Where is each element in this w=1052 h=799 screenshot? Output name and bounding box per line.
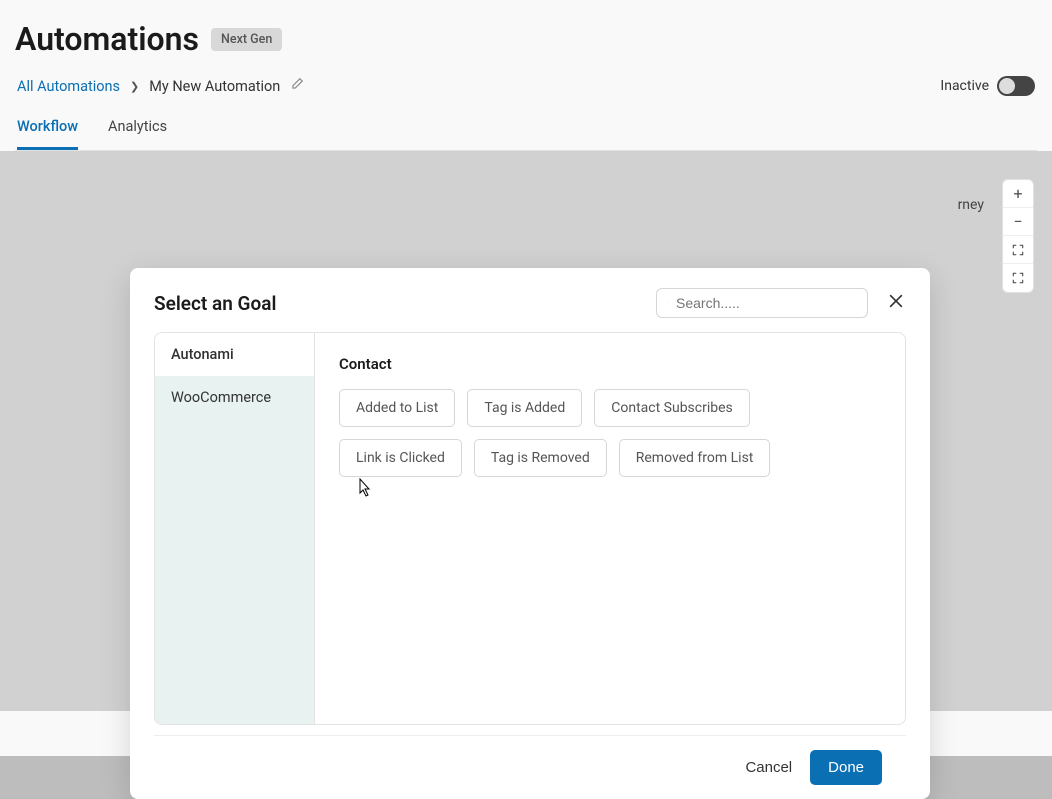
fit-screen-button[interactable] [1003, 236, 1033, 264]
modal-side-tabs: Autonami WooCommerce [155, 333, 315, 724]
chevron-right-icon: ❯ [130, 80, 139, 93]
zoom-controls: + − [1002, 179, 1034, 293]
breadcrumb-current: My New Automation [149, 78, 280, 95]
modal-title: Select an Goal [154, 292, 656, 315]
side-tab-woocommerce[interactable]: WooCommerce [155, 376, 314, 419]
zoom-out-button[interactable]: − [1003, 208, 1033, 236]
search-icon [667, 295, 668, 311]
select-goal-modal: Select an Goal Autonami WooCommerce Cont… [130, 268, 930, 799]
breadcrumb-root[interactable]: All Automations [17, 78, 120, 95]
side-tab-autonami[interactable]: Autonami [155, 333, 314, 376]
option-link-is-clicked[interactable]: Link is Clicked [339, 439, 462, 477]
edit-icon[interactable] [290, 77, 304, 95]
search-input[interactable] [676, 295, 857, 311]
option-contact-subscribes[interactable]: Contact Subscribes [594, 389, 750, 427]
option-tag-is-removed[interactable]: Tag is Removed [474, 439, 607, 477]
journey-label: rney [958, 197, 984, 213]
close-icon [886, 291, 906, 311]
search-field[interactable] [656, 288, 868, 318]
breadcrumb: All Automations ❯ My New Automation [17, 77, 304, 95]
page-title: Automations [15, 20, 199, 58]
option-tag-is-added[interactable]: Tag is Added [467, 389, 582, 427]
active-toggle[interactable] [997, 76, 1035, 96]
section-contact: Contact [339, 355, 881, 373]
tabs: Workflow Analytics [15, 118, 1037, 151]
option-removed-from-list[interactable]: Removed from List [619, 439, 771, 477]
close-button[interactable] [886, 291, 906, 315]
status-label: Inactive [940, 78, 989, 94]
cursor-icon [355, 478, 373, 503]
zoom-in-button[interactable]: + [1003, 180, 1033, 208]
tab-analytics[interactable]: Analytics [108, 118, 167, 150]
fullscreen-button[interactable] [1003, 264, 1033, 292]
done-button[interactable]: Done [810, 750, 882, 785]
cancel-button[interactable]: Cancel [745, 759, 792, 776]
option-added-to-list[interactable]: Added to List [339, 389, 455, 427]
next-gen-badge: Next Gen [211, 28, 282, 51]
tab-workflow[interactable]: Workflow [17, 118, 78, 150]
